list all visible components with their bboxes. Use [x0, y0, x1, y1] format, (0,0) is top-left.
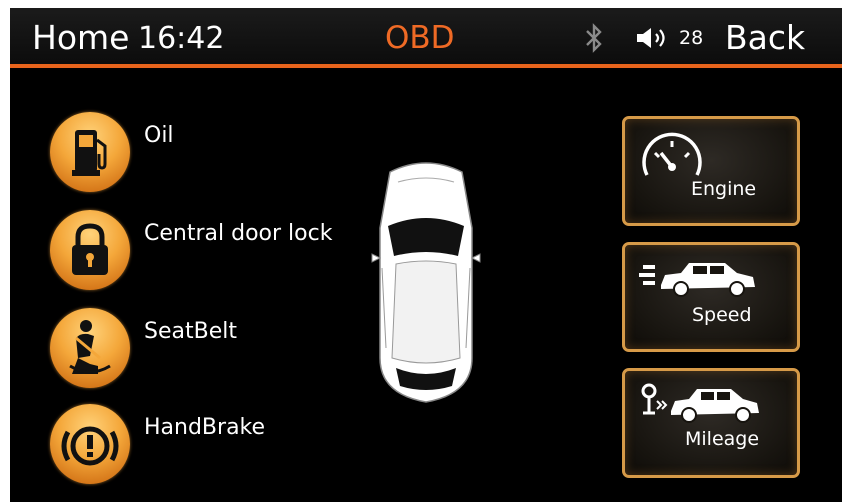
engine-label: Engine — [691, 178, 757, 200]
status-orb — [50, 404, 130, 484]
status-item-handbrake[interactable]: HandBrake — [50, 404, 370, 486]
back-button[interactable]: Back — [725, 18, 805, 58]
page-title: OBD — [385, 20, 455, 56]
speed-label: Speed — [692, 304, 752, 326]
seatbelt-icon — [69, 320, 111, 374]
status-item-central-door-lock[interactable]: Central door lock — [50, 210, 370, 292]
mileage-car-icon — [641, 383, 759, 423]
top-bar: Home 16:42 OBD 28 Back — [10, 8, 842, 64]
moving-car-icon — [639, 263, 755, 297]
speed-button[interactable]: Speed — [622, 242, 800, 352]
status-label: HandBrake — [144, 415, 266, 440]
status-orb — [50, 112, 130, 192]
bluetooth-icon — [586, 23, 602, 53]
volume-level: 28 — [679, 27, 704, 49]
mileage-button[interactable]: Mileage — [622, 368, 800, 478]
engine-button[interactable]: Engine — [622, 116, 800, 226]
padlock-icon — [72, 223, 108, 275]
fuel-pump-icon — [72, 130, 107, 176]
clock: 16:42 — [138, 21, 225, 56]
status-orb — [50, 210, 130, 290]
mileage-label: Mileage — [685, 428, 760, 450]
header-divider — [10, 64, 842, 68]
status-item-oil[interactable]: Oil — [50, 112, 370, 194]
speedometer-icon — [642, 132, 702, 176]
home-button[interactable]: Home — [32, 18, 129, 58]
volume-icon[interactable] — [635, 26, 675, 50]
status-item-seatbelt[interactable]: SeatBelt — [50, 308, 370, 390]
status-label: Central door lock — [144, 221, 333, 246]
obd-screen: Home 16:42 OBD 28 Back Oil Central door … — [10, 8, 842, 502]
handbrake-warning-icon — [61, 426, 119, 466]
car-top-view-icon — [371, 162, 481, 403]
status-label: SeatBelt — [144, 319, 237, 344]
status-label: Oil — [144, 123, 174, 148]
status-orb — [50, 308, 130, 388]
